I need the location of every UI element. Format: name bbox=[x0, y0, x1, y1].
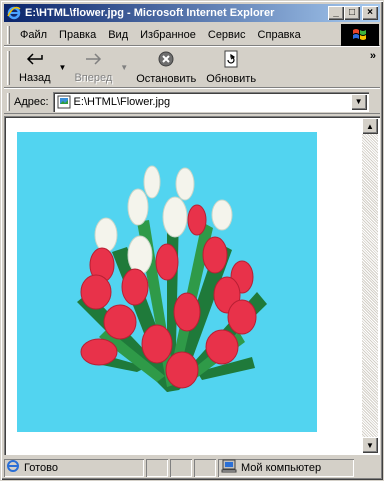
status-main-pane: Готово bbox=[4, 459, 144, 477]
toolbar-grip[interactable] bbox=[7, 25, 10, 44]
forward-button[interactable]: Вперед bbox=[69, 48, 117, 87]
forward-label: Вперед bbox=[74, 72, 113, 84]
page-done-icon bbox=[6, 459, 20, 476]
toolbar-overflow-icon[interactable]: » bbox=[370, 50, 376, 62]
address-label: Адрес: bbox=[14, 95, 49, 108]
status-pane-blank bbox=[194, 459, 216, 477]
zone-text: Мой компьютер bbox=[241, 461, 322, 474]
window-title: E:\HTML\flower.jpg - Microsoft Internet … bbox=[25, 7, 275, 19]
close-button[interactable]: × bbox=[362, 6, 378, 20]
title-bar[interactable]: E:\HTML\flower.jpg - Microsoft Internet … bbox=[4, 4, 380, 22]
scroll-up-icon[interactable]: ▲ bbox=[362, 118, 378, 134]
address-input[interactable] bbox=[73, 95, 304, 108]
refresh-button[interactable]: Обновить bbox=[201, 48, 261, 87]
page-content: ▲ ▼ bbox=[4, 116, 380, 455]
security-zone-pane: Мой компьютер bbox=[218, 459, 354, 477]
status-text: Готово bbox=[24, 461, 58, 474]
status-bar: Готово Мой компьютер bbox=[4, 457, 380, 478]
ie-logo-icon bbox=[6, 5, 22, 21]
toolbar-grip[interactable] bbox=[7, 92, 10, 111]
forward-arrow-icon bbox=[83, 51, 103, 70]
stop-button[interactable]: Остановить bbox=[131, 48, 201, 87]
address-field[interactable]: ▼ bbox=[52, 91, 369, 112]
menu-favorites[interactable]: Избранное bbox=[134, 29, 202, 41]
status-pane-blank bbox=[170, 459, 192, 477]
vertical-scrollbar[interactable]: ▲ ▼ bbox=[362, 118, 378, 453]
address-dropdown-icon[interactable]: ▼ bbox=[350, 93, 367, 110]
refresh-label: Обновить bbox=[206, 73, 257, 85]
stop-label: Остановить bbox=[136, 73, 197, 85]
my-computer-icon bbox=[221, 459, 237, 476]
back-arrow-icon bbox=[25, 51, 45, 70]
address-bar: Адрес: ▼ bbox=[4, 90, 380, 114]
back-dropdown-icon[interactable]: ▼ bbox=[56, 48, 70, 87]
stop-icon bbox=[157, 50, 175, 71]
image-file-icon bbox=[57, 95, 71, 109]
toolbar-grip[interactable] bbox=[7, 51, 10, 85]
back-label: Назад bbox=[19, 72, 51, 84]
forward-dropdown-icon[interactable]: ▼ bbox=[117, 48, 131, 87]
menu-edit[interactable]: Правка bbox=[53, 29, 102, 41]
menu-file[interactable]: Файл bbox=[14, 29, 53, 41]
menu-tools[interactable]: Сервис bbox=[202, 29, 252, 41]
back-button[interactable]: Назад bbox=[14, 48, 56, 87]
windows-logo-icon bbox=[341, 24, 379, 46]
menu-help[interactable]: Справка bbox=[252, 29, 307, 41]
standard-toolbar: Назад ▼ Вперед ▼ Остановить Обновить » bbox=[4, 48, 380, 88]
flower-image bbox=[17, 132, 317, 432]
minimize-button[interactable]: _ bbox=[328, 6, 344, 20]
status-pane-blank bbox=[146, 459, 168, 477]
menu-view[interactable]: Вид bbox=[102, 29, 134, 41]
browser-window: E:\HTML\flower.jpg - Microsoft Internet … bbox=[0, 0, 384, 481]
maximize-button[interactable]: □ bbox=[344, 6, 360, 20]
menu-bar: Файл Правка Вид Избранное Сервис Справка bbox=[4, 24, 380, 46]
refresh-icon bbox=[223, 50, 239, 71]
scroll-down-icon[interactable]: ▼ bbox=[362, 437, 378, 453]
